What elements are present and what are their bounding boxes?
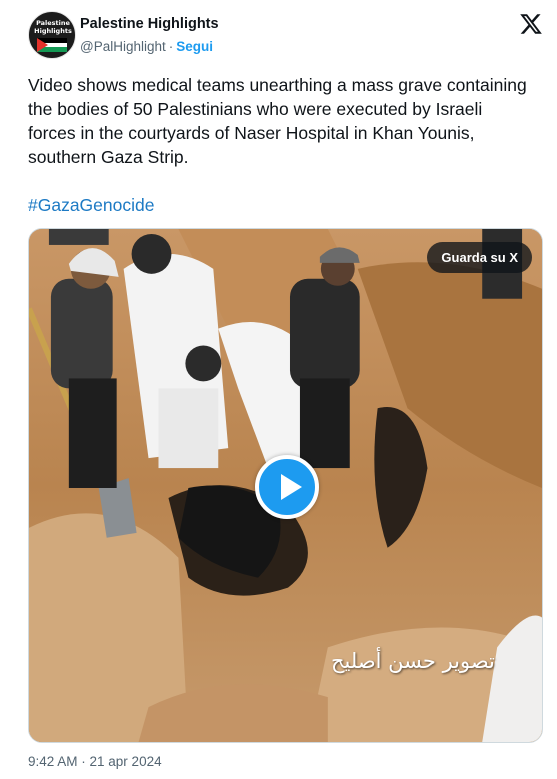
hashtag-link[interactable]: #GazaGenocide (28, 193, 154, 217)
display-name[interactable]: Palestine Highlights (80, 16, 219, 32)
palestine-flag-icon (37, 38, 67, 52)
video-caption: تصوير حسن أصليح (331, 649, 495, 673)
follow-button[interactable]: Segui (176, 39, 213, 54)
avatar-text: Palestine Highlights (34, 19, 72, 35)
avatar[interactable]: Palestine Highlights (28, 11, 76, 59)
play-button[interactable] (255, 455, 319, 519)
tweet-timestamp[interactable]: 9:42 AM · 21 apr 2024 (28, 754, 162, 769)
play-icon (281, 474, 302, 500)
video-player[interactable]: Guarda su X تصوير حسن أصليح (28, 228, 543, 743)
handle[interactable]: @PalHighlight (80, 39, 166, 54)
tweet-card: Palestine Highlights Palestine Highlight… (0, 0, 557, 779)
separator: · (168, 39, 174, 54)
handle-row: @PalHighlight · Segui (80, 39, 213, 54)
tweet-text: Video shows medical teams unearthing a m… (28, 75, 527, 167)
x-logo-icon[interactable] (518, 12, 544, 36)
view-on-x-button[interactable]: Guarda su X (427, 242, 532, 273)
